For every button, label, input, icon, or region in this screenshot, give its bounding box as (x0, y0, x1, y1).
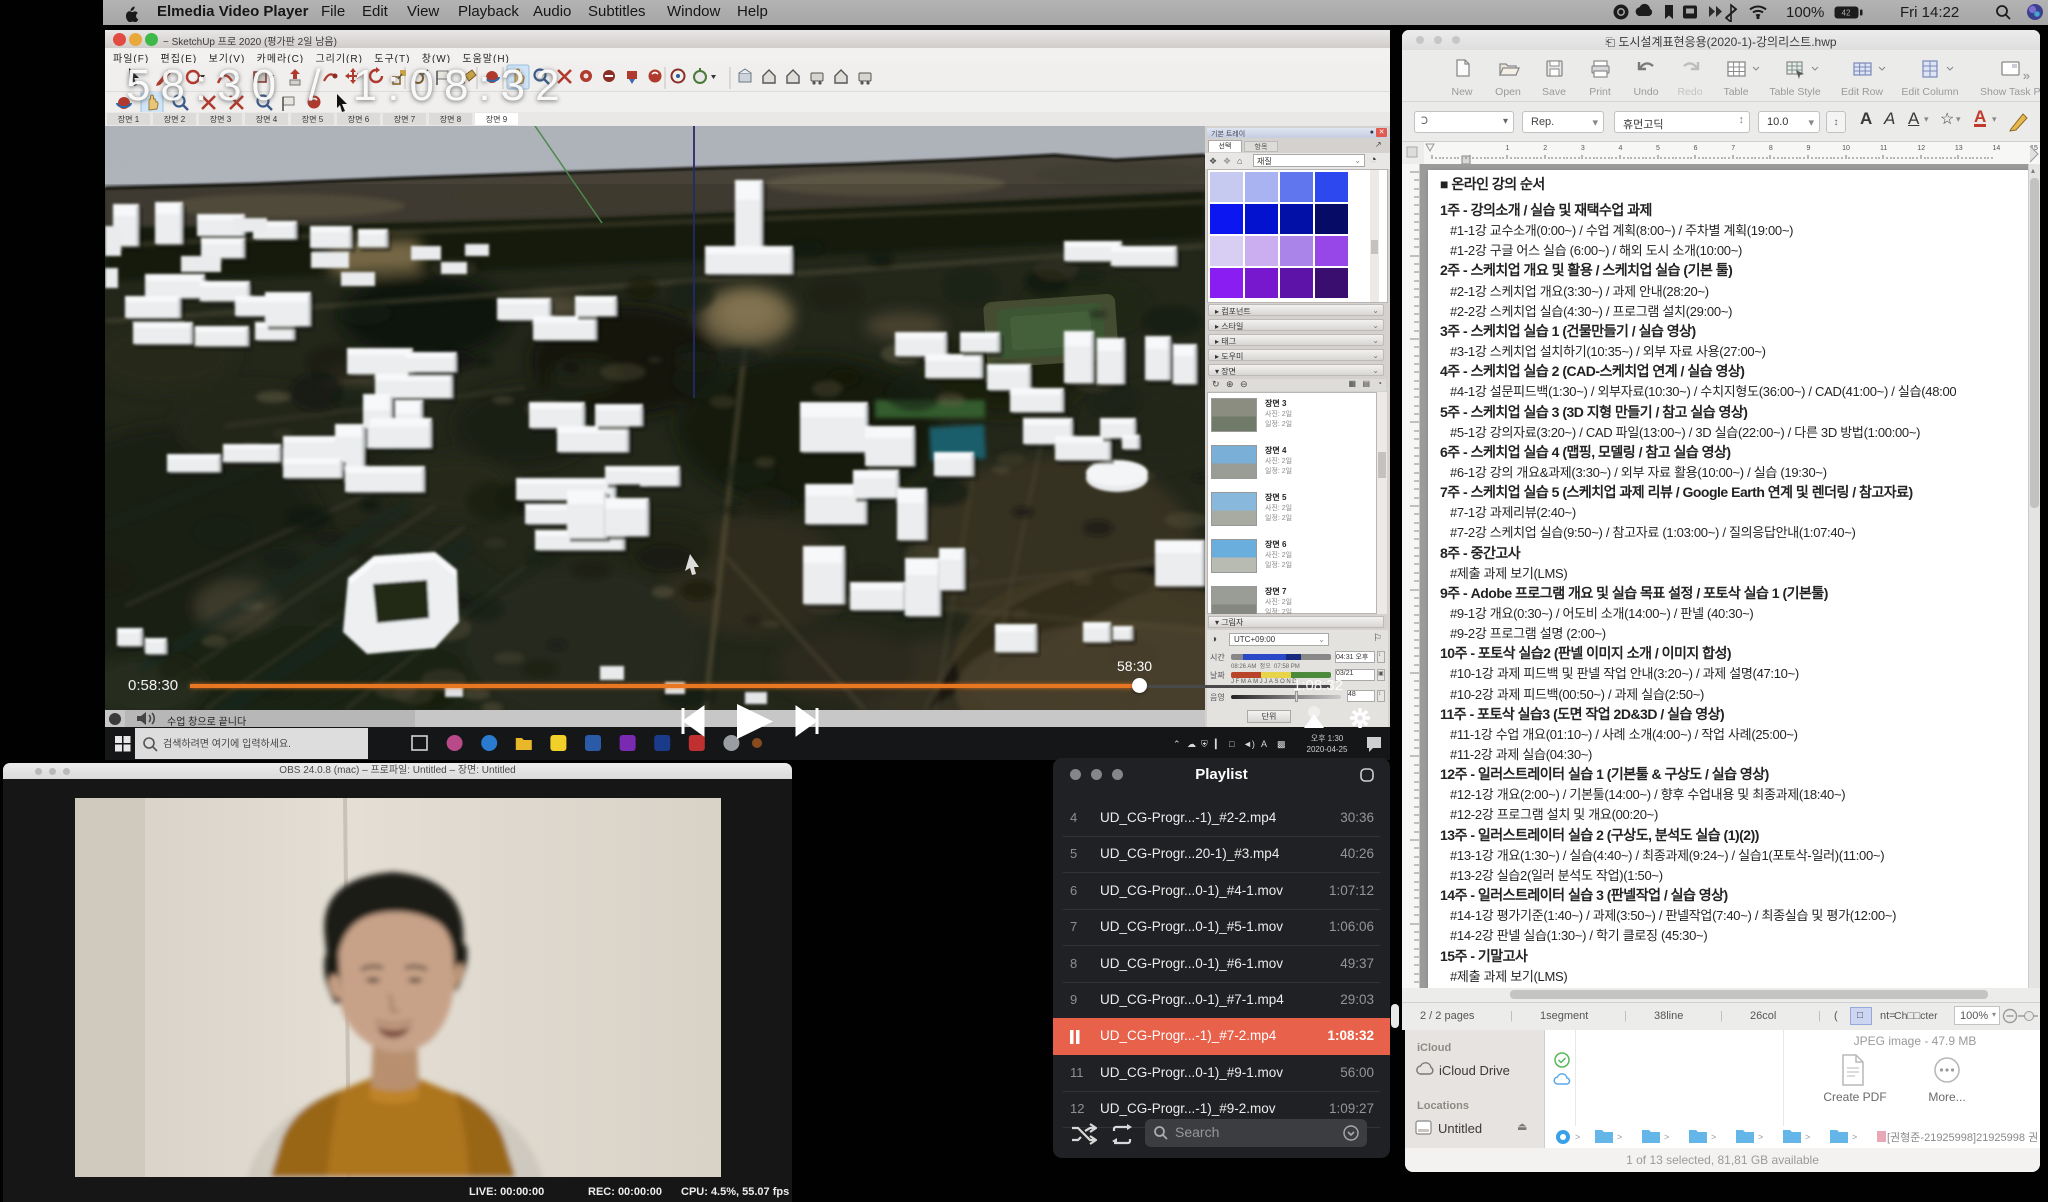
svg-text:오후 1:30: 오후 1:30 (1311, 734, 1344, 743)
svg-text:1: 1 (1506, 145, 1510, 152)
svg-text:>: > (1852, 1132, 1857, 1142)
svg-text:13: 13 (1955, 145, 1963, 152)
svg-text:6: 6 (1694, 145, 1698, 152)
svg-text:□: □ (1229, 739, 1235, 749)
svg-text:3: 3 (1581, 145, 1585, 152)
svg-text:14: 14 (1993, 145, 2001, 152)
svg-text:100%: 100% (1786, 4, 1824, 21)
svg-text:☁: ☁ (1187, 739, 1196, 749)
svg-text:2: 2 (1543, 145, 1547, 152)
svg-text:>: > (1617, 1132, 1622, 1142)
svg-text:7: 7 (1731, 145, 1735, 152)
svg-text:⛨: ⛨ (1201, 739, 1208, 749)
svg-text:4: 4 (1618, 145, 1622, 152)
svg-text:>: > (1664, 1132, 1669, 1142)
svg-text:Fri 14:22: Fri 14:22 (1900, 4, 1959, 21)
svg-text:12: 12 (1917, 145, 1925, 152)
svg-text:9: 9 (1806, 145, 1810, 152)
svg-text:8: 8 (1769, 145, 1773, 152)
svg-text:A: A (1261, 739, 1267, 749)
svg-text:42: 42 (1842, 9, 1851, 18)
svg-text:5: 5 (1656, 145, 1660, 152)
svg-text:>: > (1711, 1132, 1716, 1142)
svg-text:>: > (1758, 1132, 1763, 1142)
svg-text:◄): ◄) (1243, 739, 1255, 749)
svg-text:10: 10 (1842, 145, 1850, 152)
svg-text:▎: ▎ (1214, 738, 1222, 750)
svg-text:⌃: ⌃ (1173, 739, 1181, 749)
svg-text:11: 11 (1880, 145, 1887, 152)
svg-text:>: > (1805, 1132, 1810, 1142)
svg-text:▩: ▩ (1277, 739, 1286, 749)
svg-text:검색하려면 여기에 입력하세요.: 검색하려면 여기에 입력하세요. (163, 737, 291, 750)
svg-text:2020-04-25: 2020-04-25 (1307, 745, 1348, 754)
svg-text:>: > (1575, 1132, 1580, 1142)
